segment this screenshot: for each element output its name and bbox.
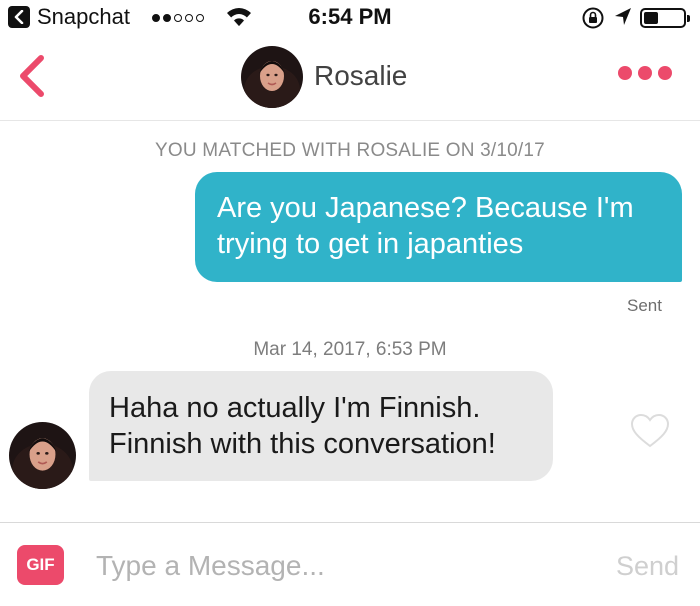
status-bar: Snapchat 6:54 PM [0,0,700,36]
contact-avatar[interactable] [241,46,303,108]
message-composer: GIF Send [0,522,700,606]
battery-icon [640,8,690,28]
match-notice: YOU MATCHED WITH ROSALIE ON 3/10/17 [155,140,545,161]
more-dots-icon [618,66,632,80]
chat-header: Rosalie [0,36,700,121]
received-message-bubble[interactable]: Haha no actually I'm Finnish. Finnish wi… [89,371,553,481]
send-button[interactable]: Send [616,551,679,582]
location-arrow-icon [614,7,632,32]
contact-name[interactable]: Rosalie [314,60,407,92]
message-input[interactable] [96,547,576,585]
sent-message-bubble[interactable]: Are you Japanese? Because I'm trying to … [195,172,682,282]
rotation-lock-icon [581,6,605,35]
heart-icon [630,413,670,448]
more-options-button[interactable] [618,66,672,80]
message-status: Sent [627,296,662,315]
gif-button[interactable]: GIF [17,545,64,585]
like-message-button[interactable] [630,413,670,454]
chevron-left-icon [20,55,44,97]
sender-avatar[interactable] [9,422,76,489]
message-timestamp: Mar 14, 2017, 6:53 PM [253,339,447,360]
back-button[interactable] [14,54,50,98]
